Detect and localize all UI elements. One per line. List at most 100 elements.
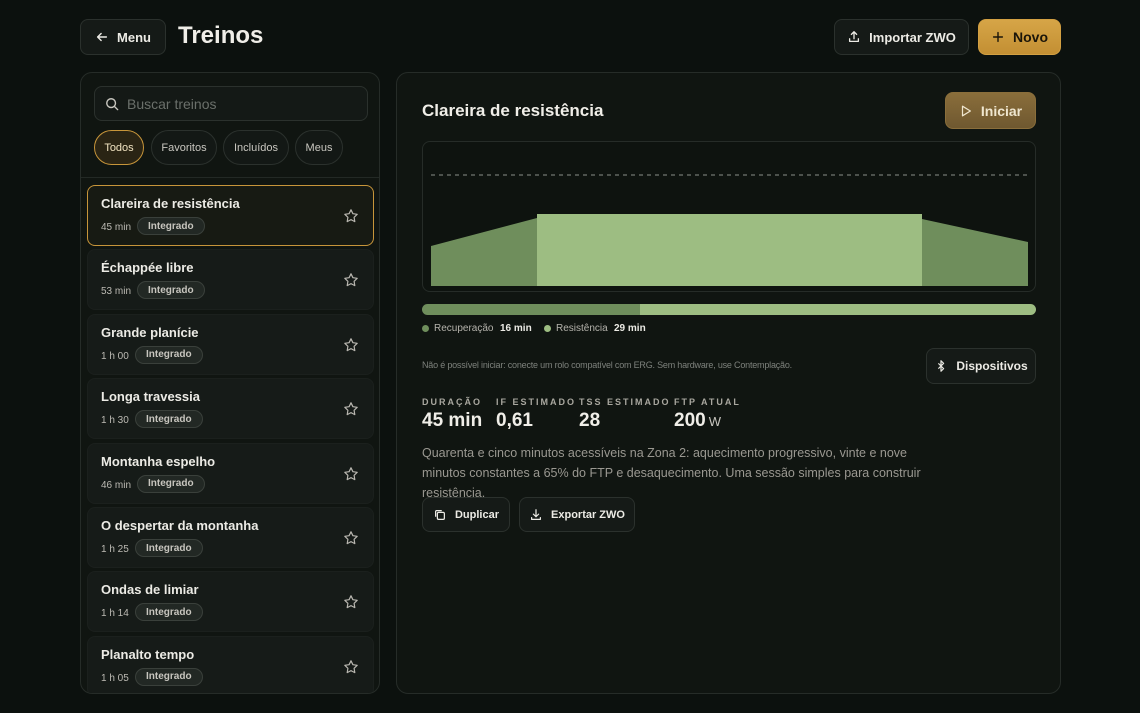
favorite-button[interactable] bbox=[343, 272, 359, 288]
builtin-badge: Integrado bbox=[137, 281, 205, 300]
search-icon bbox=[106, 97, 119, 110]
workout-list-item[interactable]: Ondas de limiar 1 h 14 Integrado bbox=[87, 571, 374, 633]
cooldown-segment bbox=[922, 219, 1028, 286]
workout-list-item[interactable]: Planalto tempo 1 h 05 Integrado bbox=[87, 635, 374, 693]
builtin-badge: Integrado bbox=[135, 345, 203, 364]
workout-name: Longa travessia bbox=[101, 389, 200, 405]
workout-list-item[interactable]: Grande planície 1 h 00 Integrado bbox=[87, 313, 374, 375]
favorite-button[interactable] bbox=[343, 659, 359, 675]
builtin-badge: Integrado bbox=[135, 410, 203, 429]
workout-duration: 46 min bbox=[101, 479, 132, 491]
workout-list-item[interactable]: Clareira de resistência 45 min Integrado bbox=[87, 185, 374, 246]
workout-name: O despertar da montanha bbox=[101, 518, 259, 533]
duplicate-button[interactable]: Duplicar bbox=[422, 497, 510, 532]
filter-all-label: Todos bbox=[104, 141, 134, 154]
workout-duration: 1 h 14 bbox=[101, 608, 129, 620]
recovery-dot bbox=[422, 325, 429, 332]
star-icon[interactable] bbox=[343, 659, 359, 675]
star-icon[interactable] bbox=[343, 208, 359, 224]
builtin-badge: Integrado bbox=[135, 667, 203, 686]
steady-segment bbox=[537, 214, 922, 286]
import-zwo-label: Importar ZWO bbox=[869, 29, 956, 45]
filter-included-label: Incluídos bbox=[233, 141, 279, 154]
ftp-stat-value: 200 bbox=[674, 410, 706, 431]
ftp-stat: 200 W bbox=[674, 410, 721, 432]
zone-bar-recovery bbox=[422, 304, 641, 315]
star-icon[interactable] bbox=[343, 401, 359, 417]
workout-name: Clareira de resistência bbox=[101, 196, 240, 211]
ftp-stat-label: FTP ATUAL bbox=[674, 397, 741, 407]
menu-label: Menu bbox=[117, 29, 151, 45]
ftp-stat-unit: W bbox=[708, 414, 721, 429]
workout-name: Échappée libre bbox=[101, 260, 194, 276]
if-stat-label: IF ESTIMADO bbox=[496, 397, 576, 407]
download-icon bbox=[531, 508, 542, 520]
divider bbox=[81, 177, 379, 178]
favorite-button[interactable] bbox=[343, 208, 359, 224]
workout-duration: 1 h 00 bbox=[101, 350, 129, 362]
menu-button[interactable]: Menu bbox=[80, 19, 166, 55]
favorite-button[interactable] bbox=[343, 401, 359, 417]
start-button[interactable]: Iniciar bbox=[945, 92, 1036, 129]
play-icon bbox=[961, 105, 971, 116]
favorite-button[interactable] bbox=[343, 594, 359, 610]
favorite-button[interactable] bbox=[343, 466, 359, 482]
workout-name: Montanha espelho bbox=[101, 453, 216, 469]
export-zwo-label: Exportar ZWO bbox=[551, 508, 625, 521]
start-label: Iniciar bbox=[980, 102, 1023, 119]
bluetooth-icon bbox=[938, 360, 945, 372]
workout-list-item[interactable]: Montanha espelho 46 min Integrado bbox=[87, 442, 374, 504]
workout-name: Ondas de limiar bbox=[101, 582, 199, 598]
zone-bar-endurance bbox=[640, 304, 1036, 315]
endurance-dot bbox=[544, 325, 551, 332]
plus-icon bbox=[992, 31, 1004, 43]
recovery-label: Recuperação bbox=[434, 323, 494, 334]
builtin-badge: Integrado bbox=[137, 474, 205, 493]
copy-icon bbox=[434, 509, 445, 520]
tss-stat-value: 28 bbox=[579, 410, 601, 431]
filter-mine-label: Meus bbox=[305, 141, 333, 154]
star-icon[interactable] bbox=[343, 272, 359, 288]
workout-profile-chart bbox=[422, 141, 1036, 292]
new-workout-button[interactable]: Novo bbox=[978, 19, 1061, 55]
export-zwo-button[interactable]: Exportar ZWO bbox=[519, 497, 635, 532]
new-workout-label: Novo bbox=[1013, 29, 1048, 45]
recovery-value: 16 min bbox=[500, 323, 532, 334]
upload-icon bbox=[849, 31, 860, 43]
devices-label: Dispositivos bbox=[956, 359, 1028, 373]
filter-included[interactable]: Incluídos bbox=[223, 130, 289, 165]
workout-detail-panel: Clareira de resistência Iniciar Recupera… bbox=[396, 72, 1061, 694]
star-icon[interactable] bbox=[343, 594, 359, 610]
workout-list-panel: Todos Favoritos Incluídos Meus Clareira … bbox=[80, 72, 380, 694]
devices-button[interactable]: Dispositivos bbox=[926, 348, 1036, 384]
workout-list-item[interactable]: Échappée libre 53 min Integrado bbox=[87, 249, 374, 311]
search-box[interactable] bbox=[94, 86, 368, 121]
page-title: Treinos bbox=[178, 22, 264, 49]
workout-list-item[interactable]: O despertar da montanha 1 h 25 Integrado bbox=[87, 507, 374, 568]
workout-duration: 53 min bbox=[101, 286, 132, 298]
zone-bar bbox=[422, 304, 1036, 315]
star-icon[interactable] bbox=[343, 337, 359, 353]
filter-mine[interactable]: Meus bbox=[295, 130, 343, 165]
warmup-segment bbox=[431, 218, 537, 286]
filter-favorites[interactable]: Favoritos bbox=[151, 130, 217, 165]
favorite-button[interactable] bbox=[343, 530, 359, 546]
workout-duration: 1 h 30 bbox=[101, 415, 129, 427]
favorite-button[interactable] bbox=[343, 337, 359, 353]
tss-stat-label: TSS ESTIMADO bbox=[579, 397, 671, 407]
duration-stat-value: 45 min bbox=[422, 410, 483, 431]
import-zwo-button[interactable]: Importar ZWO bbox=[834, 19, 969, 55]
workout-duration: 45 min bbox=[101, 222, 132, 233]
hardware-notice: Não é possível iniciar: conecte um rolo … bbox=[422, 360, 792, 370]
search-input[interactable] bbox=[127, 95, 347, 112]
workout-title: Clareira de resistência bbox=[422, 101, 604, 120]
star-icon[interactable] bbox=[343, 466, 359, 482]
workout-name: Planalto tempo bbox=[101, 646, 195, 662]
duplicate-label: Duplicar bbox=[454, 508, 499, 521]
star-icon[interactable] bbox=[343, 530, 359, 546]
if-stat-value: 0,61 bbox=[496, 410, 533, 431]
workout-list-item[interactable]: Longa travessia 1 h 30 Integrado bbox=[87, 378, 374, 440]
filter-all[interactable]: Todos bbox=[94, 130, 144, 165]
builtin-badge: Integrado bbox=[135, 603, 203, 622]
workout-duration: 1 h 25 bbox=[101, 544, 129, 555]
